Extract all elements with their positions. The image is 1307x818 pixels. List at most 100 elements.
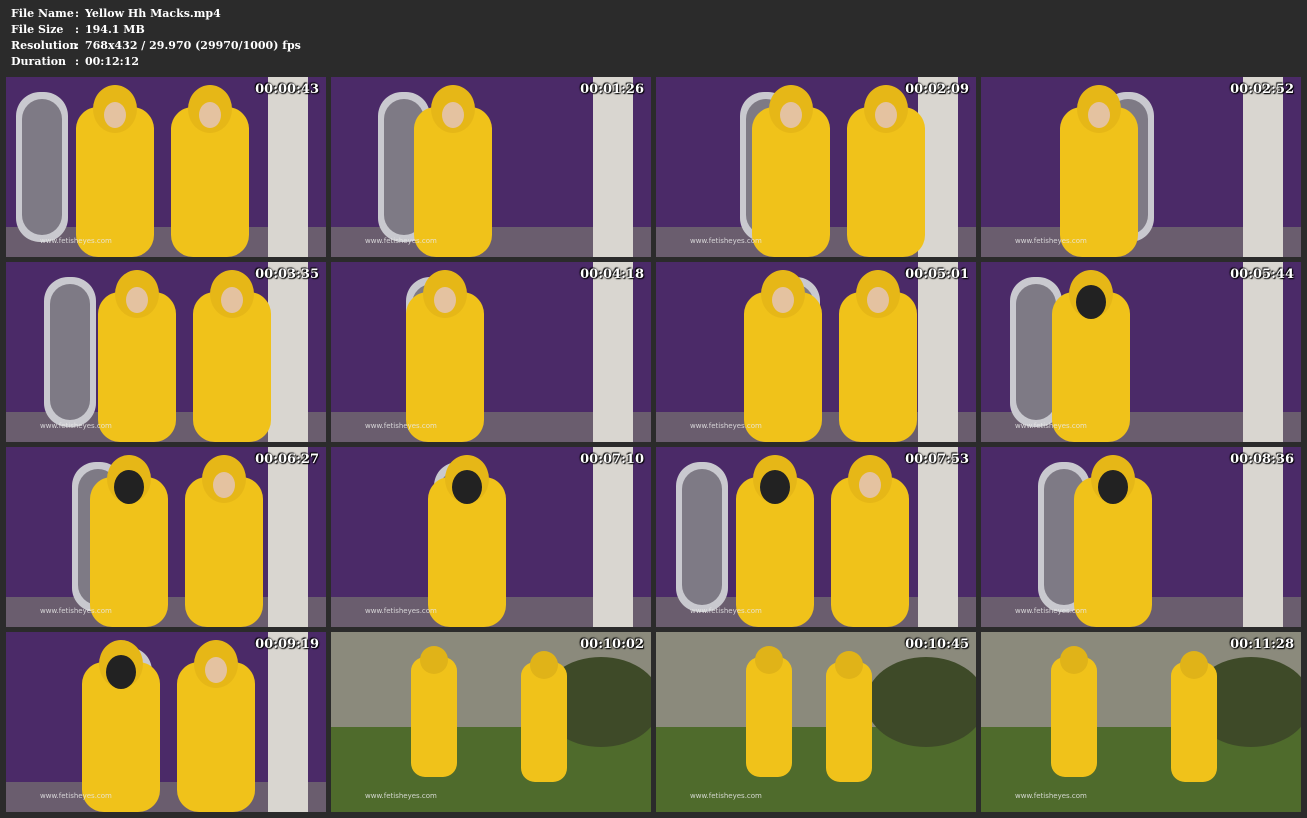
thumbnail-timestamp: 00:07:10	[580, 452, 644, 467]
thumbnail-watermark: www.fetisheyes.com	[1015, 237, 1087, 245]
scene-door	[593, 77, 633, 257]
file-size-row: File Size : 194.1 MB	[11, 22, 301, 38]
file-size-label: File Size	[11, 23, 64, 36]
thumbnail-frame-image	[656, 262, 976, 442]
figure-face	[442, 102, 464, 128]
figure-hood	[1180, 651, 1208, 679]
raincoat-figure	[521, 662, 567, 782]
thumbnail-timestamp: 00:00:43	[255, 82, 319, 97]
thumbnail[interactable]: 00:02:09 www.fetisheyes.com	[656, 77, 976, 257]
scene-door	[918, 262, 958, 442]
thumbnail[interactable]: 00:08:36 www.fetisheyes.com	[981, 447, 1301, 627]
thumbnail-watermark: www.fetisheyes.com	[1015, 422, 1087, 430]
gas-mask	[1076, 285, 1106, 319]
thumbnail-frame-image	[656, 77, 976, 257]
thumbnail-frame-image	[981, 447, 1301, 627]
thumbnail-frame-image	[331, 632, 651, 812]
scene-door	[1243, 262, 1283, 442]
thumbnail-watermark: www.fetisheyes.com	[40, 237, 112, 245]
scene-mirror-glass	[1016, 284, 1056, 420]
thumbnail-timestamp: 00:02:09	[905, 82, 969, 97]
thumbnail[interactable]: 00:10:45 www.fetisheyes.com	[656, 632, 976, 812]
thumbnail-timestamp: 00:02:52	[1230, 82, 1294, 97]
figure-face	[1088, 102, 1110, 128]
figure-hood	[530, 651, 558, 679]
thumbnail-watermark: www.fetisheyes.com	[365, 792, 437, 800]
scene-door	[268, 632, 308, 812]
figure-face	[205, 657, 227, 683]
thumbnail-timestamp: 00:07:53	[905, 452, 969, 467]
thumbnail-timestamp: 00:04:18	[580, 267, 644, 282]
scene-door	[593, 262, 633, 442]
resolution-label: Resolution	[11, 39, 78, 52]
thumbnail-frame-image	[6, 447, 326, 627]
duration-value: 00:12:12	[85, 55, 140, 68]
raincoat-figure	[746, 657, 792, 777]
duration-sep: :	[75, 55, 80, 68]
thumbnail-frame-image	[656, 632, 976, 812]
raincoat-figure	[1051, 657, 1097, 777]
thumbnail[interactable]: 00:11:28 www.fetisheyes.com	[981, 632, 1301, 812]
gas-mask	[106, 655, 136, 689]
figure-face	[875, 102, 897, 128]
scene-mirror-glass	[22, 99, 62, 235]
duration-label: Duration	[11, 55, 67, 68]
thumbnail-watermark: www.fetisheyes.com	[690, 607, 762, 615]
gas-mask	[452, 470, 482, 504]
file-name-value: Yellow Hh Macks.mp4	[85, 7, 221, 20]
scene-door	[268, 447, 308, 627]
figure-hood	[835, 651, 863, 679]
thumbnail[interactable]: 00:10:02 www.fetisheyes.com	[331, 632, 651, 812]
thumbnail-frame-image	[6, 262, 326, 442]
thumbnail-frame-image	[6, 77, 326, 257]
figure-hood	[755, 646, 783, 674]
thumbnail-watermark: www.fetisheyes.com	[690, 237, 762, 245]
thumbnail-grid: 00:00:43 www.fetisheyes.com 00:01:26 www.fe…	[6, 77, 1301, 812]
thumbnail-timestamp: 00:08:36	[1230, 452, 1294, 467]
figure-face	[221, 287, 243, 313]
scene-door	[268, 77, 308, 257]
scene-door	[1243, 447, 1283, 627]
scene-mirror-glass	[682, 469, 722, 605]
thumbnail[interactable]: 00:05:01 www.fetisheyes.com	[656, 262, 976, 442]
thumbnail[interactable]: 00:03:35 www.fetisheyes.com	[6, 262, 326, 442]
thumbnail-timestamp: 00:11:28	[1230, 637, 1294, 652]
thumbnail-timestamp: 00:05:44	[1230, 267, 1294, 282]
thumbnail-frame-image	[6, 632, 326, 812]
contact-sheet: File Name : Yellow Hh Macks.mp4 File Siz…	[0, 0, 1307, 818]
file-name-sep: :	[75, 7, 80, 20]
thumbnail[interactable]: 00:00:43 www.fetisheyes.com	[6, 77, 326, 257]
file-name-label: File Name	[11, 7, 74, 20]
figure-hood	[1060, 646, 1088, 674]
thumbnail-watermark: www.fetisheyes.com	[1015, 607, 1087, 615]
gas-mask	[1098, 470, 1128, 504]
duration-row: Duration : 00:12:12	[11, 54, 301, 70]
thumbnail-watermark: www.fetisheyes.com	[365, 422, 437, 430]
figure-face	[772, 287, 794, 313]
file-size-sep: :	[75, 23, 80, 36]
figure-face	[859, 472, 881, 498]
thumbnail[interactable]: 00:07:10 www.fetisheyes.com	[331, 447, 651, 627]
thumbnail-watermark: www.fetisheyes.com	[1015, 792, 1087, 800]
thumbnail[interactable]: 00:01:26 www.fetisheyes.com	[331, 77, 651, 257]
thumbnail-timestamp: 00:10:02	[580, 637, 644, 652]
thumbnail[interactable]: 00:07:53 www.fetisheyes.com	[656, 447, 976, 627]
resolution-sep: :	[75, 39, 80, 52]
figure-face	[213, 472, 235, 498]
thumbnail[interactable]: 00:05:44 www.fetisheyes.com	[981, 262, 1301, 442]
thumbnail-watermark: www.fetisheyes.com	[40, 607, 112, 615]
thumbnail-timestamp: 00:03:35	[255, 267, 319, 282]
thumbnail-frame-image	[331, 77, 651, 257]
thumbnail-timestamp: 00:01:26	[580, 82, 644, 97]
thumbnail[interactable]: 00:02:52 www.fetisheyes.com	[981, 77, 1301, 257]
thumbnail[interactable]: 00:04:18 www.fetisheyes.com	[331, 262, 651, 442]
thumbnail[interactable]: 00:06:27 www.fetisheyes.com	[6, 447, 326, 627]
thumbnail-frame-image	[981, 632, 1301, 812]
thumbnail-frame-image	[981, 77, 1301, 257]
gas-mask	[760, 470, 790, 504]
thumbnail-frame-image	[331, 447, 651, 627]
figure-face	[434, 287, 456, 313]
thumbnail[interactable]: 00:09:19 www.fetisheyes.com	[6, 632, 326, 812]
thumbnail-frame-image	[981, 262, 1301, 442]
thumbnail-watermark: www.fetisheyes.com	[690, 422, 762, 430]
